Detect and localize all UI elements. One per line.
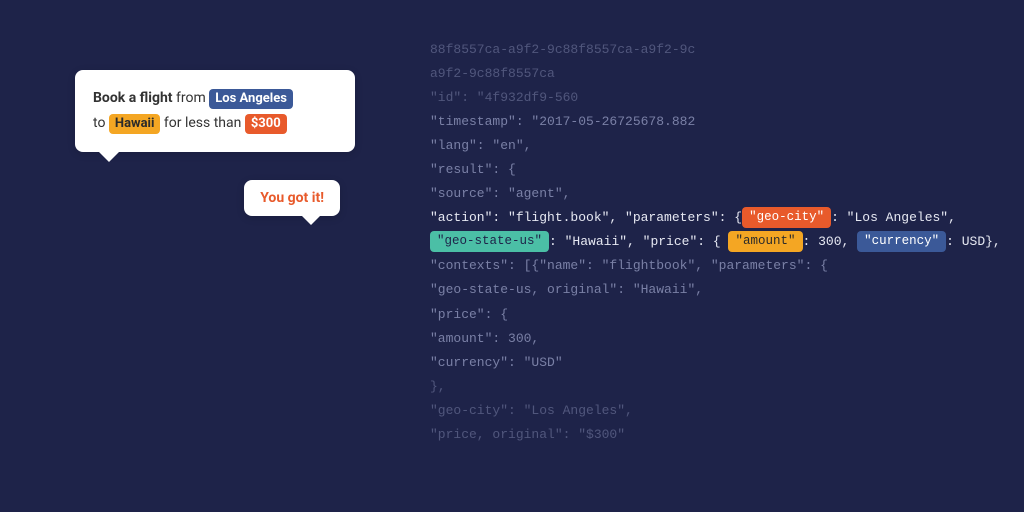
user-text-bold: Book a flight xyxy=(93,90,173,106)
code-text: : "Los Angeles", xyxy=(831,210,956,225)
code-line: "amount": 300, xyxy=(430,327,1004,351)
entity-city-tag: Los Angeles xyxy=(209,89,293,109)
code-text: : USD}, xyxy=(946,234,1001,249)
code-line: "price, original": "$300" xyxy=(430,423,1004,447)
code-line: a9f2-9c88f8557ca xyxy=(430,62,1004,86)
code-line: "geo-city": "Los Angeles", xyxy=(430,399,1004,423)
agent-reply-bubble: You got it! xyxy=(244,180,340,216)
user-text: from xyxy=(173,90,210,106)
code-line: "source": "agent", xyxy=(430,182,1004,206)
param-currency-tag: "currency" xyxy=(857,231,946,252)
code-line: "result": { xyxy=(430,158,1004,182)
code-line: "geo-state-us, original": "Hawaii", xyxy=(430,278,1004,302)
agent-reply-text: You got it! xyxy=(260,190,324,206)
code-line-highlight: "geo-state-us": "Hawaii", "price": { "am… xyxy=(430,230,1004,254)
entity-price-tag: $300 xyxy=(245,114,287,134)
code-text: "action": "flight.book", "parameters": { xyxy=(430,210,742,225)
code-line: "lang": "en", xyxy=(430,134,1004,158)
entity-state-tag: Hawaii xyxy=(109,114,161,134)
code-text: : 300, xyxy=(803,234,858,249)
chat-panel: Book a flight from Los Angeles to Hawaii… xyxy=(75,70,355,152)
user-message-bubble: Book a flight from Los Angeles to Hawaii… xyxy=(75,70,355,152)
code-line: "price": { xyxy=(430,303,1004,327)
param-amount-tag: "amount" xyxy=(728,231,802,252)
code-line: "currency": "USD" xyxy=(430,351,1004,375)
code-text: : "Hawaii", "price": { xyxy=(549,234,721,249)
json-output-panel: 88f8557ca-a9f2-9c88f8557ca-a9f2-9c a9f2-… xyxy=(430,38,1004,447)
user-text: for less than xyxy=(160,115,244,131)
user-text: to xyxy=(93,115,109,131)
code-line: "id": "4f932df9-560 xyxy=(430,86,1004,110)
code-line: 88f8557ca-a9f2-9c88f8557ca-a9f2-9c xyxy=(430,38,1004,62)
param-geo-state-tag: "geo-state-us" xyxy=(430,231,549,252)
code-line-highlight: "action": "flight.book", "parameters": {… xyxy=(430,206,1004,230)
code-line: "contexts": [{"name": "flightbook", "par… xyxy=(430,254,1004,278)
code-line: "timestamp": "2017-05-26725678.882 xyxy=(430,110,1004,134)
code-line: }, xyxy=(430,375,1004,399)
param-geo-city-tag: "geo-city" xyxy=(742,207,831,228)
